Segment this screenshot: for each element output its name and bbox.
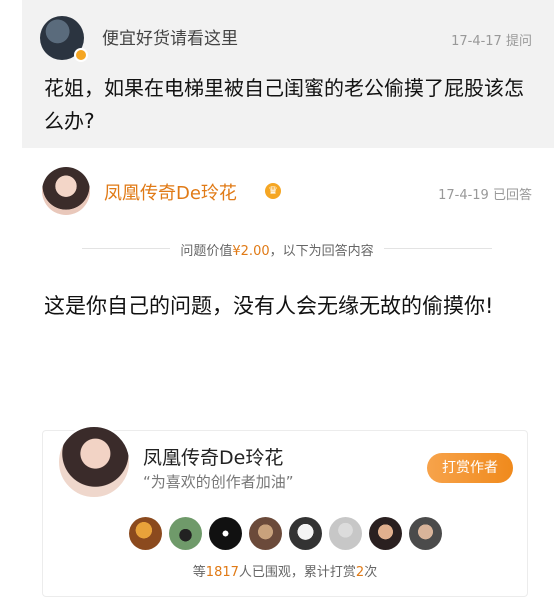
viewer-avatar[interactable] xyxy=(169,517,202,550)
asker-avatar[interactable] xyxy=(40,16,88,62)
viewer-avatar[interactable] xyxy=(209,517,242,550)
verified-badge-icon xyxy=(74,48,88,62)
tip-author-button[interactable]: 打赏作者 xyxy=(427,453,513,483)
price-value: ¥2.00 xyxy=(232,244,270,259)
question-status: 提问 xyxy=(505,34,532,49)
answer-date: 17-4-19 xyxy=(438,188,489,203)
price-prefix: 问题价值 xyxy=(180,244,233,259)
author-card: 凤凰传奇De玲花 “为喜欢的创作者加油” 打赏作者 等1817人已围观，累计打赏… xyxy=(42,425,528,597)
price-suffix: ，以下为回答内容 xyxy=(269,244,374,259)
viewer-avatar[interactable] xyxy=(129,517,162,550)
viewer-stats: 等1817人已围观，累计打赏2次 xyxy=(43,561,527,580)
stats-suffix: 次 xyxy=(364,565,378,580)
stats-prefix: 等 xyxy=(192,565,206,580)
crown-icon: ♛ xyxy=(265,183,281,199)
viewer-count: 1817 xyxy=(205,565,239,580)
viewer-avatar[interactable] xyxy=(329,517,362,550)
question-text: 花姐，如果在电梯里被自己闺蜜的老公偷摸了屁股该怎么办? xyxy=(44,76,524,133)
viewer-avatar[interactable] xyxy=(369,517,402,550)
question-meta: 17-4-17 提问 xyxy=(451,30,532,49)
question-date: 17-4-17 xyxy=(451,34,502,49)
asker-name[interactable]: 便宜好货请看这里 xyxy=(102,24,238,49)
viewer-avatar[interactable] xyxy=(409,517,442,550)
author-name[interactable]: 凤凰传奇De玲花 xyxy=(143,443,283,470)
author-avatar[interactable] xyxy=(57,425,131,499)
stats-mid: 人已围观，累计打赏 xyxy=(238,565,356,580)
answerer-avatar[interactable] xyxy=(42,167,90,215)
viewer-avatar[interactable] xyxy=(249,517,282,550)
answer-meta: 17-4-19 已回答 xyxy=(438,184,532,203)
answerer-name[interactable]: 凤凰传奇De玲花 xyxy=(104,179,237,205)
viewer-avatar[interactable] xyxy=(289,517,322,550)
answer-status: 已回答 xyxy=(492,188,532,203)
price-info: 问题价值¥2.00，以下为回答内容 xyxy=(0,240,554,259)
author-slogan: “为喜欢的创作者加油” xyxy=(143,473,294,491)
answer-text: 这是你自己的问题，没有人会无缘无故的偷摸你! xyxy=(44,294,494,318)
tip-count: 2 xyxy=(355,565,365,580)
